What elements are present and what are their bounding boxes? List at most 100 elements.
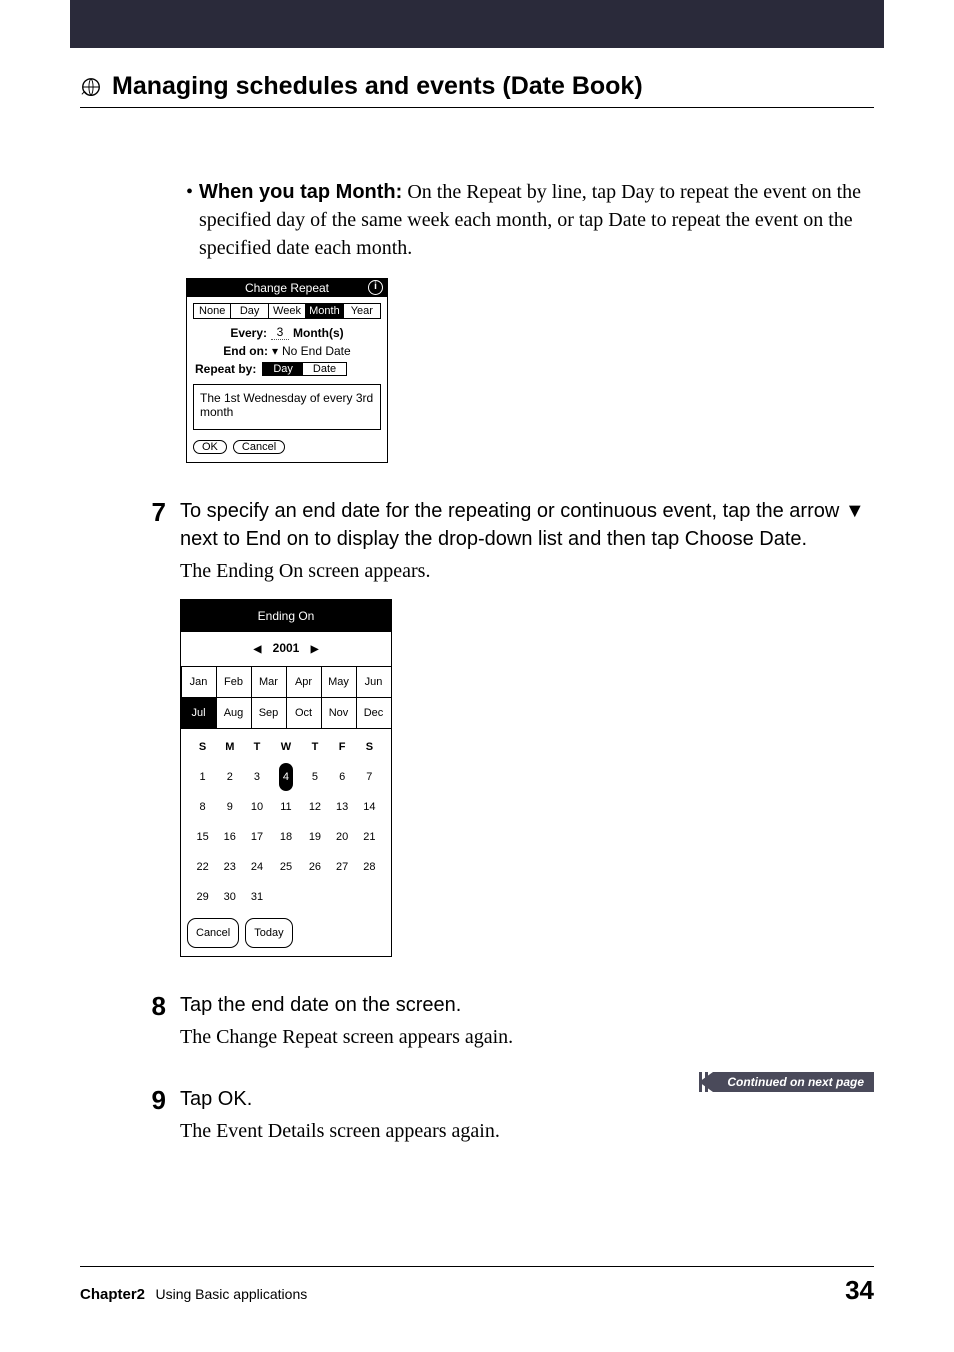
mon-jun[interactable]: Jun	[356, 666, 392, 698]
cancel-button[interactable]: Cancel	[187, 918, 239, 948]
cal-day[interactable]: 25	[271, 852, 302, 882]
cal-day[interactable]: 5	[301, 762, 328, 792]
cal-day[interactable]	[356, 882, 383, 912]
cal-day[interactable]: 27	[329, 852, 356, 882]
mon-jan[interactable]: Jan	[181, 666, 217, 698]
change-repeat-dialog: Change Repeat i None Day Week Month Year…	[186, 278, 388, 463]
bullet-dot: •	[186, 178, 193, 262]
cal-day[interactable]: 3	[243, 762, 270, 792]
cal-day[interactable]: 7	[356, 762, 383, 792]
repeat-type-tabs[interactable]: None Day Week Month Year	[193, 303, 381, 319]
cal-day[interactable]: 2	[216, 762, 243, 792]
endon-label: End on:	[223, 344, 268, 358]
year-row: ◀ 2001 ▶	[181, 632, 391, 666]
tab-year[interactable]: Year	[344, 304, 380, 318]
cal-row: 29 30 31	[189, 882, 383, 912]
info-icon[interactable]: i	[368, 280, 383, 295]
ok-button[interactable]: OK	[193, 440, 227, 454]
mon-may[interactable]: May	[321, 666, 357, 698]
cal-day[interactable]: 1	[189, 762, 216, 792]
cal-day[interactable]: 6	[329, 762, 356, 792]
dow: F	[329, 732, 356, 762]
cal-day[interactable]: 13	[329, 792, 356, 822]
cal-day[interactable]: 24	[243, 852, 270, 882]
month-grid[interactable]: Jan Feb Mar Apr May Jun Jul Aug Sep Oct …	[181, 666, 391, 728]
mon-sep[interactable]: Sep	[251, 697, 287, 729]
cal-day[interactable]: 10	[243, 792, 270, 822]
cal-day[interactable]: 22	[189, 852, 216, 882]
cal-day[interactable]: 28	[356, 852, 383, 882]
tab-day[interactable]: Day	[231, 304, 268, 318]
cal-day[interactable]	[271, 882, 302, 912]
cal-day[interactable]: 15	[189, 822, 216, 852]
year-next-icon[interactable]: ▶	[303, 644, 327, 655]
step-7: 7 To specify an end date for the repeati…	[186, 497, 874, 957]
datebook-icon	[80, 76, 102, 98]
tab-month[interactable]: Month	[306, 304, 343, 318]
tab-none[interactable]: None	[194, 304, 231, 318]
dropdown-arrow-icon[interactable]: ▾	[272, 344, 278, 358]
page-number: 34	[845, 1275, 874, 1306]
repeatby-label: Repeat by:	[195, 362, 256, 376]
endon-value[interactable]: No End Date	[282, 344, 351, 358]
today-button[interactable]: Today	[245, 918, 292, 948]
cal-day[interactable]: 31	[243, 882, 270, 912]
cal-day[interactable]: 17	[243, 822, 270, 852]
dow: T	[243, 732, 270, 762]
step-after: The Change Repeat screen appears again.	[180, 1023, 513, 1051]
year-value: 2001	[273, 641, 300, 655]
cal-day[interactable]: 20	[329, 822, 356, 852]
cal-day[interactable]: 21	[356, 822, 383, 852]
cal-day[interactable]	[301, 882, 328, 912]
repeatby-options[interactable]: Day Date	[262, 362, 347, 376]
tab-week[interactable]: Week	[269, 304, 306, 318]
repeatby-day[interactable]: Day	[263, 363, 303, 375]
mon-nov[interactable]: Nov	[321, 697, 357, 729]
mon-aug[interactable]: Aug	[216, 697, 252, 729]
cal-day[interactable]: 19	[301, 822, 328, 852]
cal-row: 1 2 3 4 5 6 7	[189, 762, 383, 792]
cal-day[interactable]: 23	[216, 852, 243, 882]
mon-apr[interactable]: Apr	[286, 666, 322, 698]
cal-day[interactable]: 9	[216, 792, 243, 822]
ending-title: Ending On	[181, 600, 391, 632]
every-unit: Month(s)	[293, 326, 344, 340]
mon-jul[interactable]: Jul	[181, 697, 217, 729]
repeat-description: The 1st Wednesday of every 3rd month	[193, 384, 381, 430]
dow: W	[271, 732, 302, 762]
mon-mar[interactable]: Mar	[251, 666, 287, 698]
cal-day[interactable]: 12	[301, 792, 328, 822]
cal-day[interactable]: 8	[189, 792, 216, 822]
step-text: Tap OK.	[180, 1085, 500, 1113]
header-band	[70, 0, 884, 48]
cal-day[interactable]: 30	[216, 882, 243, 912]
cal-day[interactable]: 14	[356, 792, 383, 822]
every-label: Every:	[230, 326, 267, 340]
dow: T	[301, 732, 328, 762]
step-after: The Event Details screen appears again.	[180, 1117, 500, 1145]
cal-day[interactable]	[329, 882, 356, 912]
step-8: 8 Tap the end date on the screen. The Ch…	[186, 991, 874, 1051]
year-prev-icon[interactable]: ◀	[246, 644, 270, 655]
cal-day[interactable]: 26	[301, 852, 328, 882]
mon-feb[interactable]: Feb	[216, 666, 252, 698]
bullet-text: When you tap Month: On the Repeat by lin…	[199, 178, 874, 262]
step-after: The Ending On screen appears.	[180, 557, 874, 585]
cal-day-selected[interactable]: 4	[271, 762, 302, 792]
cal-day[interactable]: 18	[271, 822, 302, 852]
every-value[interactable]: 3	[271, 325, 289, 340]
cal-day[interactable]: 16	[216, 822, 243, 852]
cal-row: 8 9 10 11 12 13 14	[189, 792, 383, 822]
section-title-row: Managing schedules and events (Date Book…	[80, 72, 874, 108]
step-text: To specify an end date for the repeating…	[180, 497, 874, 553]
section-title: Managing schedules and events (Date Book…	[112, 72, 643, 101]
cancel-button[interactable]: Cancel	[233, 440, 285, 454]
mon-dec[interactable]: Dec	[356, 697, 392, 729]
step-number: 9	[140, 1085, 166, 1145]
cal-day[interactable]: 29	[189, 882, 216, 912]
dow-row: S M T W T F S	[189, 732, 383, 762]
mon-oct[interactable]: Oct	[286, 697, 322, 729]
cal-day[interactable]: 11	[271, 792, 302, 822]
step-text: Tap the end date on the screen.	[180, 991, 513, 1019]
repeatby-date[interactable]: Date	[303, 363, 346, 375]
